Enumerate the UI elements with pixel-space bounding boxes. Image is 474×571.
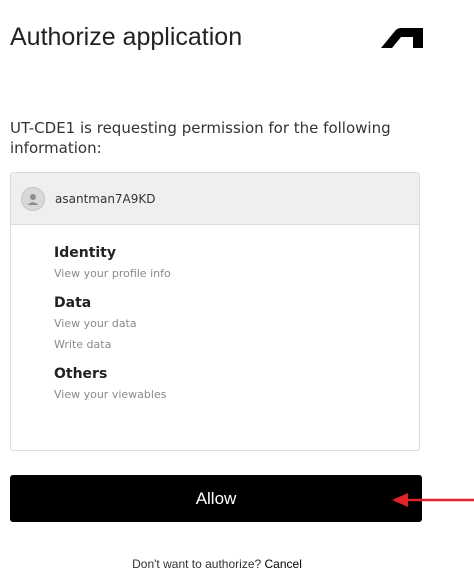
permission-item: Write data	[54, 338, 112, 351]
permission-list: Identity View your profile info Data Vie…	[11, 225, 419, 405]
page-title: Authorize application	[10, 23, 243, 51]
red-arrow-icon	[392, 493, 474, 507]
permission-item: View your profile info	[54, 267, 171, 280]
decline-prompt: Don't want to authorize?	[132, 557, 262, 571]
permission-item: View your viewables	[54, 388, 167, 401]
permission-title: Others	[54, 366, 108, 382]
permission-group-others: Others View your viewables	[54, 364, 419, 405]
account-username: asantman7A9KD	[55, 191, 156, 206]
permission-group-identity: Identity View your profile info	[54, 243, 419, 284]
request-message: UT-CDE1 is requesting permission for the…	[10, 119, 391, 157]
permission-title: Identity	[54, 245, 117, 261]
decline-footer: Don't want to authorize? Cancel	[0, 557, 434, 571]
autodesk-logo-icon	[381, 28, 423, 48]
cancel-link[interactable]: Cancel	[265, 557, 302, 571]
user-avatar-icon	[21, 186, 45, 211]
permission-title: Data	[54, 295, 92, 311]
permission-group-data: Data View your data Write data	[54, 293, 419, 355]
account-row: asantman7A9KD	[11, 173, 419, 225]
authorize-page: Authorize application UT-CDE1 is request…	[0, 0, 474, 571]
permission-item: View your data	[54, 317, 137, 330]
allow-button[interactable]: Allow	[10, 475, 422, 522]
permissions-card: asantman7A9KD Identity View your profile…	[10, 172, 420, 451]
